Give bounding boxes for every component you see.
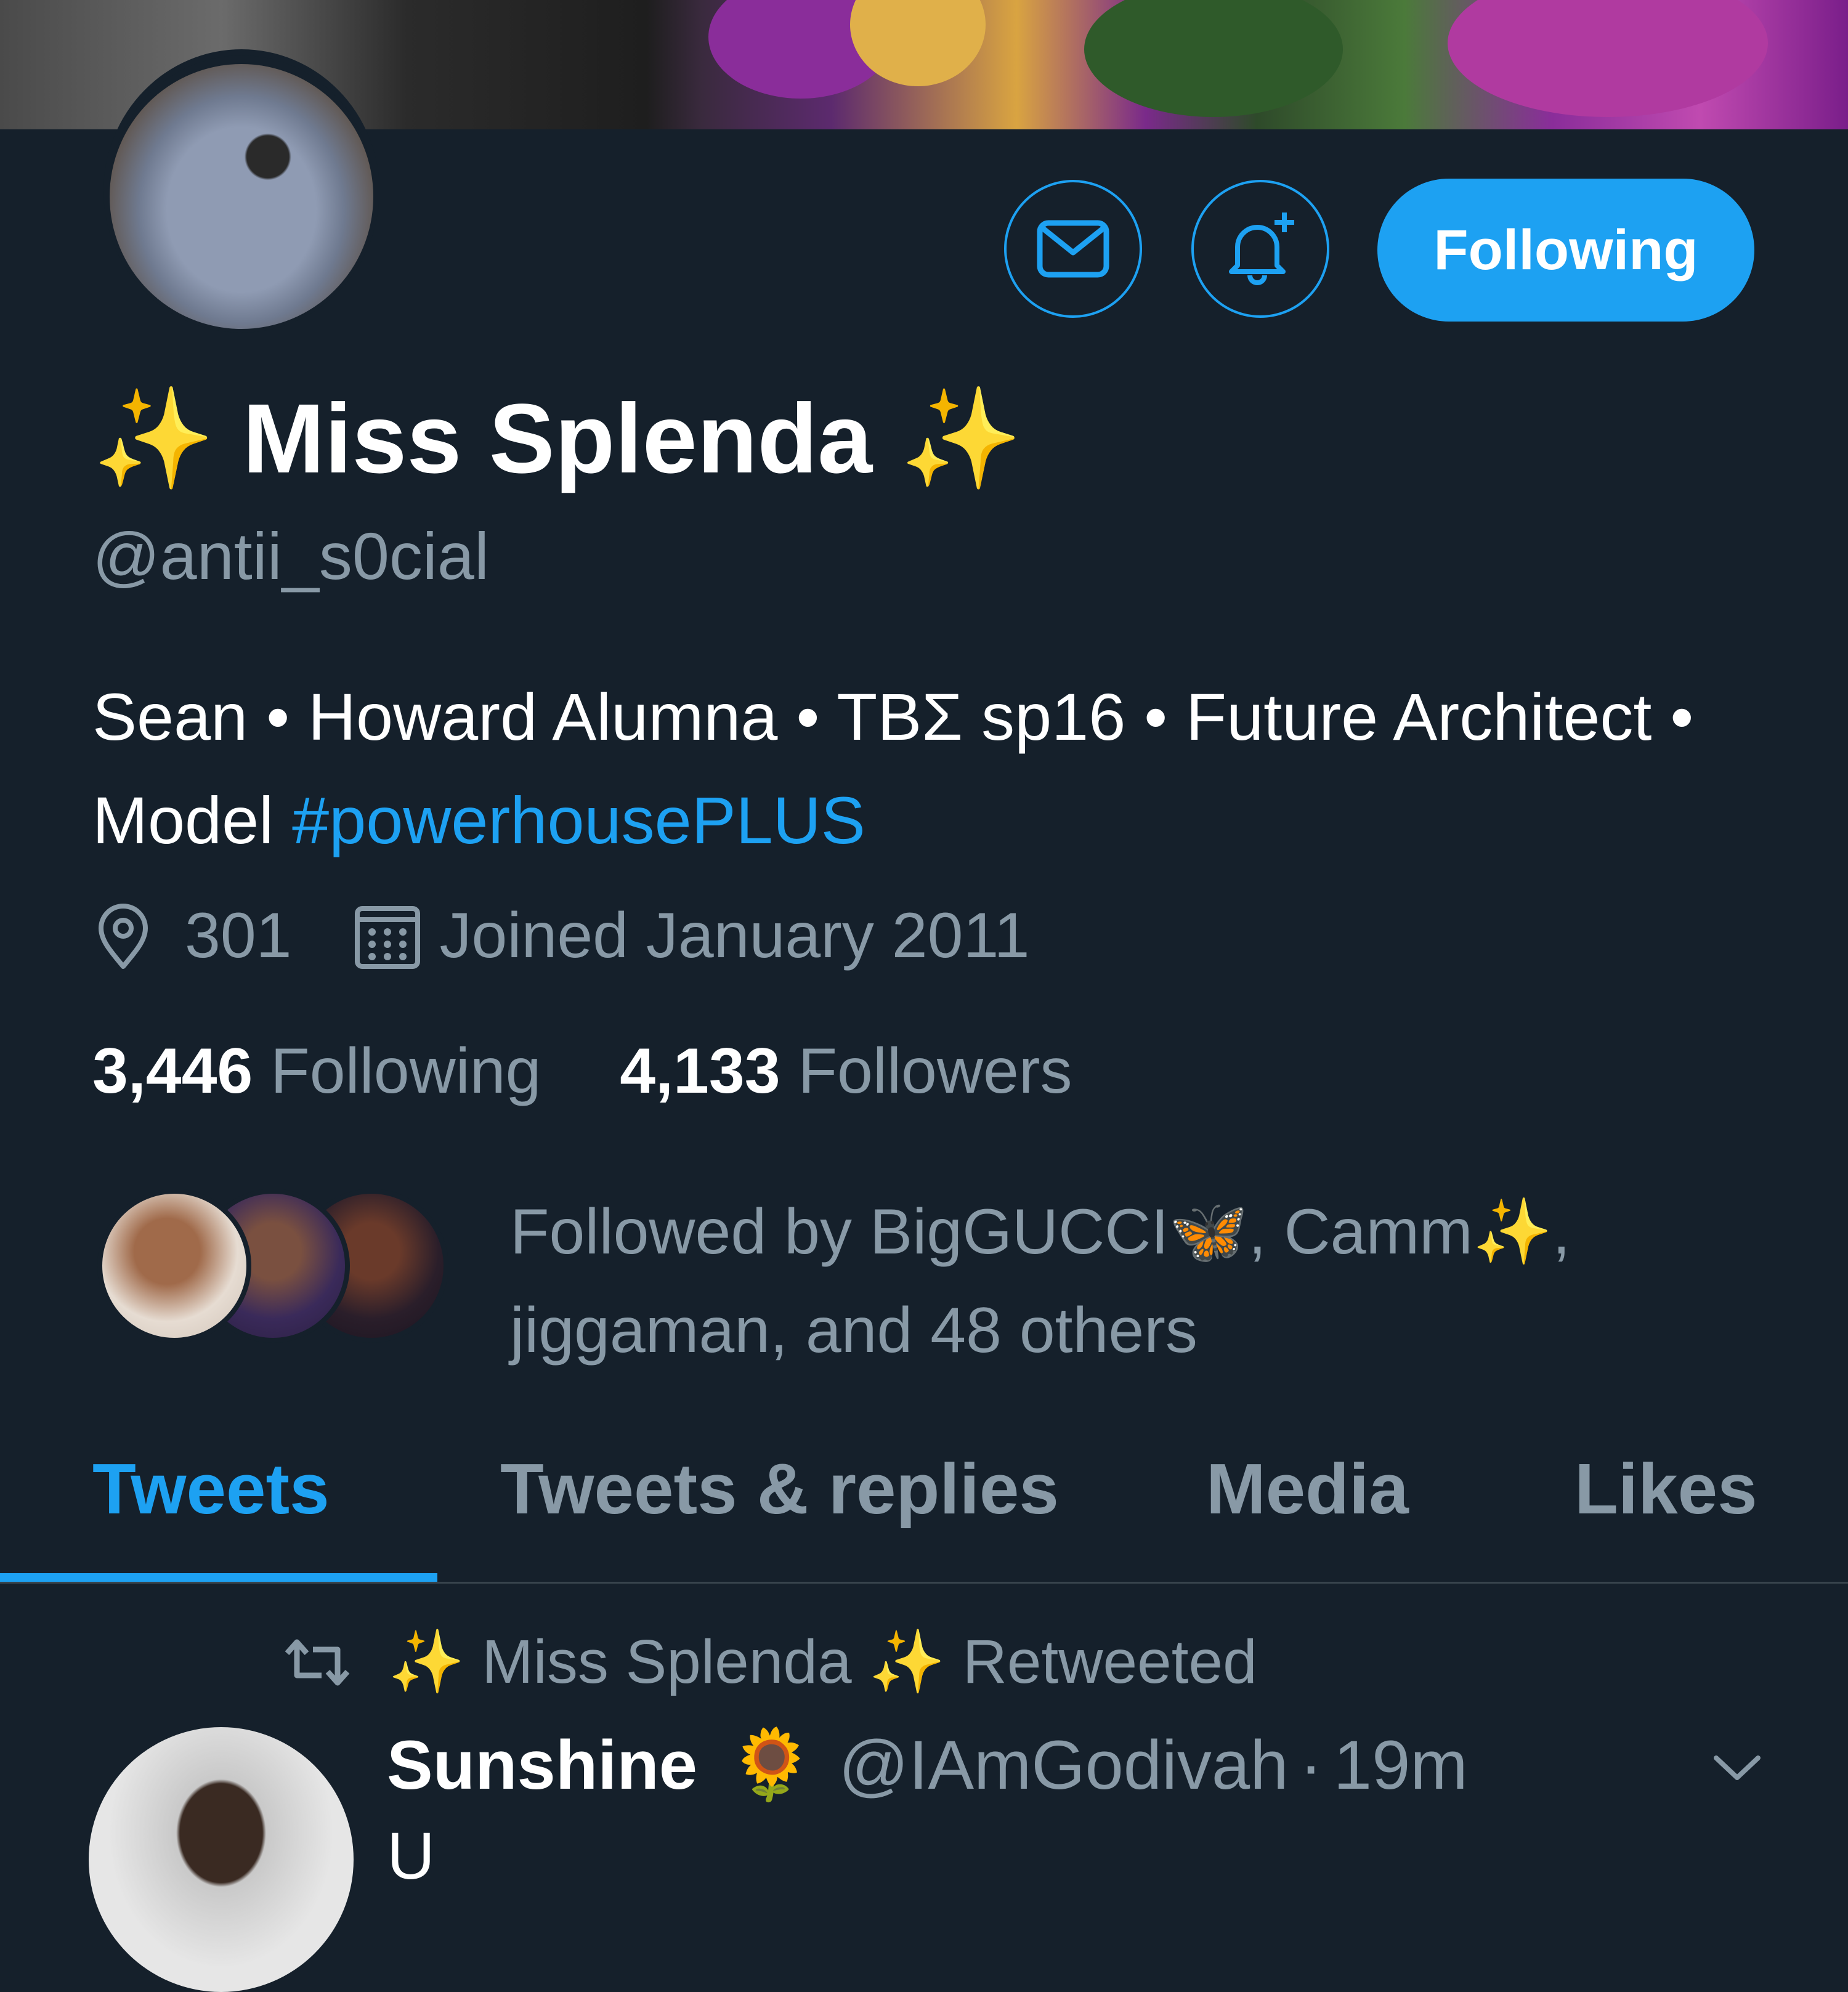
retweet-context: ✨ Miss Splenda ✨ Retweeted [283, 1626, 1257, 1698]
sparkle-emoji: ✨ [899, 383, 1023, 493]
tweet-author-name[interactable]: Sunshine [387, 1725, 697, 1805]
profile-meta: 301 Joined January 2011 [92, 899, 1029, 973]
notifications-button[interactable] [1191, 180, 1329, 318]
active-tab-indicator [0, 1573, 437, 1582]
bio-hashtag-link[interactable]: #powerhousePLUS [292, 783, 865, 857]
tweet-author-avatar[interactable] [89, 1727, 354, 1992]
sunflower-emoji: 🌻 [728, 1726, 814, 1803]
message-button[interactable] [1004, 180, 1142, 318]
tab-likes[interactable]: Likes [1574, 1435, 1757, 1583]
tab-media[interactable]: Media [1206, 1435, 1409, 1583]
followers-count: 4,133 [620, 1035, 780, 1107]
following-stat[interactable]: 3,446 Following [92, 1035, 541, 1107]
followers-label: Followers [798, 1035, 1072, 1107]
tab-tweets[interactable]: Tweets [92, 1435, 330, 1583]
following-button[interactable]: Following [1377, 179, 1754, 322]
profile-bio: Sean • Howard Alumna • TBΣ sp16 • Future… [92, 665, 1756, 872]
retweet-icon [285, 1639, 350, 1685]
display-name-text: Miss Splenda [242, 383, 873, 493]
location-text: 301 [185, 900, 292, 971]
mail-icon [1037, 220, 1109, 278]
location-pin-icon [99, 903, 148, 969]
profile-avatar[interactable] [110, 64, 373, 329]
profile-display-name: ✨ Miss Splenda ✨ [92, 382, 1023, 497]
followed-by-text[interactable]: Followed by BigGUCCI🦋, Camm✨, jiggaman, … [510, 1183, 1804, 1380]
avatar [97, 1189, 251, 1343]
calendar-icon [354, 905, 420, 969]
joined-date: Joined January 2011 [439, 900, 1030, 971]
tweet-author-handle[interactable]: @IAmGodivah [839, 1725, 1289, 1805]
tweet-separator: · [1299, 1727, 1323, 1804]
profile-tabs: Tweets Tweets & replies Media Likes [0, 1435, 1848, 1583]
chevron-down-icon[interactable] [1712, 1743, 1762, 1792]
profile-stats: 3,446 Following 4,133 Followers [92, 1035, 1072, 1108]
retweet-context-text[interactable]: ✨ Miss Splenda ✨ Retweeted [388, 1626, 1257, 1698]
sparkle-emoji: ✨ [92, 383, 216, 493]
followers-stat[interactable]: 4,133 Followers [620, 1035, 1072, 1107]
following-label: Following [270, 1035, 541, 1107]
following-count: 3,446 [92, 1035, 253, 1107]
followed-by-avatars[interactable] [97, 1189, 455, 1349]
tweet-header: Sunshine 🌻 @IAmGodivah · 19m [387, 1725, 1468, 1805]
bell-plus-icon [1229, 213, 1294, 285]
tab-tweets-replies[interactable]: Tweets & replies [500, 1435, 1059, 1583]
tabs-divider [0, 1582, 1848, 1584]
profile-handle: @antii_s0cial [92, 519, 489, 593]
tweet-timestamp[interactable]: 19m [1334, 1725, 1468, 1805]
tweet-text: U [387, 1818, 435, 1893]
